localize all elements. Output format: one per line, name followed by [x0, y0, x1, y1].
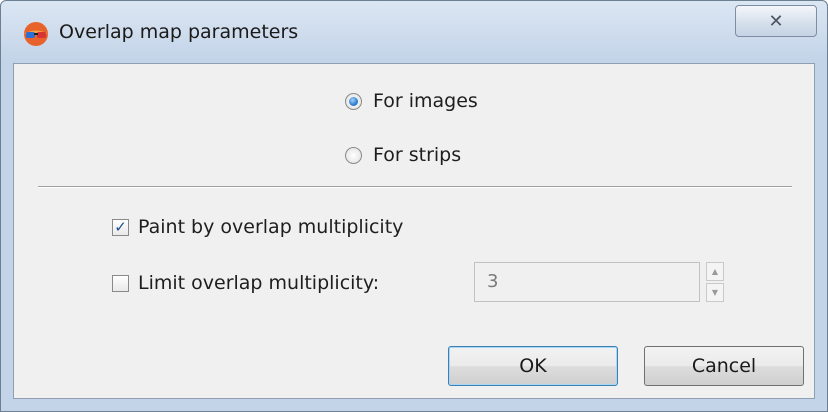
dialog-body: For images For strips ✓ Paint by overlap… — [13, 63, 815, 399]
chevron-down-icon: ▼ — [711, 288, 719, 297]
overlap-multiplicity-input[interactable]: 3 — [474, 262, 700, 302]
paint-by-overlap-checkbox[interactable]: ✓ — [112, 217, 129, 236]
radio-for-strips[interactable]: For strips — [345, 144, 461, 166]
overlap-multiplicity-spinner: ▲ ▼ — [706, 262, 724, 302]
spin-up-button[interactable]: ▲ — [706, 262, 724, 281]
cancel-button[interactable]: Cancel — [644, 346, 804, 386]
limit-overlap-label: Limit overlap multiplicity: — [138, 272, 380, 294]
close-button[interactable]: ✕ — [735, 5, 817, 37]
radio-button-checked[interactable] — [345, 92, 362, 110]
close-icon: ✕ — [768, 10, 784, 32]
radio-label-for-strips: For strips — [373, 144, 462, 166]
window-title: Overlap map parameters — [59, 21, 299, 43]
ok-button[interactable]: OK — [448, 346, 618, 386]
checkmark-icon: ✓ — [114, 217, 127, 236]
title-bar[interactable]: Overlap map parameters ✕ — [1, 1, 827, 59]
dialog-window: Overlap map parameters ✕ For images For … — [0, 0, 828, 412]
chevron-up-icon: ▲ — [711, 267, 719, 276]
limit-overlap-checkbox-row[interactable]: Limit overlap multiplicity: — [112, 272, 379, 294]
separator — [38, 186, 792, 188]
colored-glasses-icon — [24, 22, 48, 46]
paint-by-overlap-checkbox-row[interactable]: ✓ Paint by overlap multiplicity — [112, 216, 403, 238]
spin-down-button[interactable]: ▼ — [706, 283, 724, 302]
radio-label-for-images: For images — [373, 90, 478, 112]
radio-for-images[interactable]: For images — [345, 90, 478, 112]
paint-by-overlap-label: Paint by overlap multiplicity — [138, 216, 404, 238]
limit-overlap-checkbox[interactable] — [112, 274, 129, 292]
radio-button-unchecked[interactable] — [345, 146, 362, 164]
